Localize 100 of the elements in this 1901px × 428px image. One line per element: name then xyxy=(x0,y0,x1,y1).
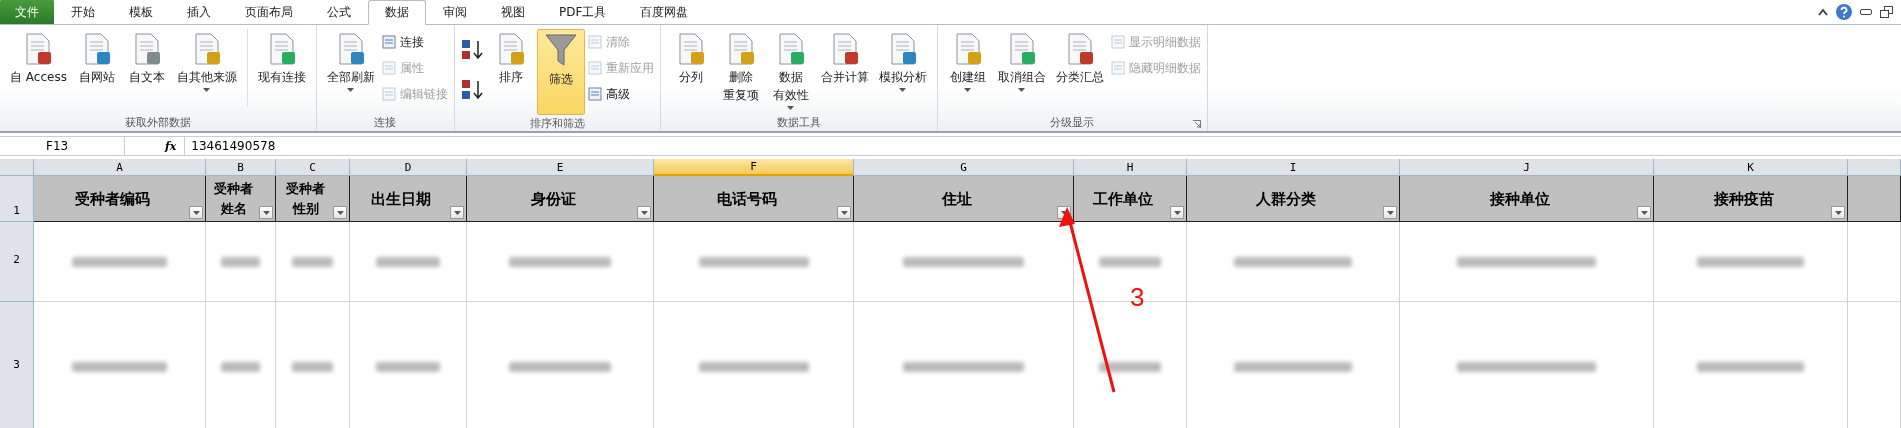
ribbon-tab[interactable]: 数据 xyxy=(368,0,426,25)
filter-dropdown-button[interactable] xyxy=(259,206,273,219)
header-text: 受种者性别 xyxy=(285,179,326,218)
caret-icon xyxy=(899,88,907,92)
ribbon-button[interactable]: 分列 xyxy=(666,29,715,89)
caret-icon xyxy=(1173,210,1181,215)
filter-dropdown-button[interactable] xyxy=(637,206,651,219)
header-text: 接种单位 xyxy=(1489,188,1550,209)
sheet-icon xyxy=(380,86,397,102)
sheet-icon xyxy=(1109,60,1126,76)
header-text: 电话号码 xyxy=(716,188,777,209)
ribbon-button[interactable]: 合并计算 xyxy=(816,29,873,89)
help-icon[interactable] xyxy=(1836,4,1852,20)
ribbon-button[interactable]: 创建组 xyxy=(943,29,992,95)
ribbon-tab[interactable]: 插入 xyxy=(170,0,228,24)
annotation-number: 3 xyxy=(1130,282,1145,313)
restore-icon[interactable] xyxy=(1880,6,1893,18)
caret-icon xyxy=(1834,210,1842,215)
ribbon-button[interactable]: 排序 xyxy=(486,29,535,89)
column-header[interactable]: I xyxy=(1187,159,1400,176)
sheet-icon xyxy=(586,86,603,102)
ribbon-tab[interactable]: PDF工具 xyxy=(542,0,624,24)
caret-icon xyxy=(1386,210,1394,215)
column-header[interactable]: B xyxy=(206,159,276,176)
name-box[interactable]: F13 xyxy=(0,137,125,155)
sheet-icon xyxy=(1109,34,1126,50)
filter-dropdown-button[interactable] xyxy=(837,206,851,219)
column-header[interactable]: C xyxy=(276,159,350,176)
filter-dropdown-button[interactable] xyxy=(333,206,347,219)
filter-dropdown-button[interactable] xyxy=(1637,206,1651,219)
caret-icon xyxy=(203,88,211,92)
caret-icon xyxy=(964,88,972,92)
filter-dropdown-button[interactable] xyxy=(450,206,464,219)
ribbon-button[interactable]: 现有连接 xyxy=(253,29,310,89)
caret-icon xyxy=(787,106,795,110)
column-header[interactable]: H xyxy=(1074,159,1187,176)
sheet-icon xyxy=(586,34,603,50)
ribbon-button[interactable]: 自 Access xyxy=(6,29,71,89)
group-label: 分级显示 xyxy=(1050,114,1095,130)
ribbon-button[interactable]: 自网站 xyxy=(72,29,121,89)
column-header[interactable]: G xyxy=(854,159,1074,176)
caret-icon xyxy=(453,210,461,215)
sort-icon[interactable] xyxy=(460,39,485,61)
sheet-icon xyxy=(380,60,397,76)
filter-dropdown-button[interactable] xyxy=(1170,206,1184,219)
row-header[interactable]: 1 xyxy=(0,176,34,222)
caret-icon xyxy=(1018,88,1026,92)
column-header[interactable]: J xyxy=(1400,159,1654,176)
ribbon-tab[interactable]: 视图 xyxy=(484,0,542,24)
header-text: 受种者姓名 xyxy=(213,179,254,218)
sort-icon[interactable] xyxy=(460,79,485,101)
ribbon-tab[interactable]: 公式 xyxy=(310,0,368,24)
header-text: 人群分类 xyxy=(1256,188,1316,209)
caret-icon xyxy=(640,210,648,215)
ribbon-tab[interactable]: 百度网盘 xyxy=(623,0,706,24)
ribbon-button[interactable]: 数据 有效性 xyxy=(766,29,815,113)
minimize-icon[interactable] xyxy=(1860,9,1872,15)
collapse-ribbon-icon[interactable] xyxy=(1818,8,1828,16)
sheet-icon xyxy=(586,60,603,76)
funnel-icon xyxy=(543,32,578,68)
filter-dropdown-button[interactable] xyxy=(1383,206,1397,219)
ribbon-button[interactable]: 删除 重复项 xyxy=(716,29,765,107)
header-text: 住址 xyxy=(941,188,972,209)
ribbon-button[interactable]: 高级 xyxy=(586,83,654,105)
ribbon-button[interactable]: 分类汇总 xyxy=(1051,29,1108,89)
group-label: 排序和筛选 xyxy=(529,115,585,131)
ribbon-button[interactable]: 取消组合 xyxy=(993,29,1050,95)
function-label[interactable]: fx xyxy=(165,139,177,153)
ribbon-tab[interactable]: 页面布局 xyxy=(228,0,310,24)
ribbon-button[interactable]: 全部刷新 xyxy=(322,29,379,95)
row-header[interactable]: 2 xyxy=(0,222,34,302)
dialog-launcher-icon[interactable] xyxy=(1192,120,1201,128)
caret-icon xyxy=(262,210,270,215)
group-label: 数据工具 xyxy=(776,114,821,130)
caret-icon xyxy=(840,210,848,215)
ribbon-tab[interactable]: 开始 xyxy=(54,0,112,24)
group-label: 连接 xyxy=(374,114,397,130)
sheet-icon xyxy=(380,34,397,50)
ribbon-tab[interactable]: 审阅 xyxy=(426,0,484,24)
ribbon-button[interactable]: 连接 xyxy=(380,31,448,53)
column-header[interactable]: F xyxy=(654,159,854,176)
filter-dropdown-button[interactable] xyxy=(1831,206,1845,219)
caret-icon xyxy=(336,210,344,215)
header-text: 接种疫苗 xyxy=(1713,188,1774,209)
caret-icon xyxy=(347,88,355,92)
formula-field[interactable]: 13461490578 xyxy=(184,137,1901,155)
ribbon-button[interactable]: 自其他来源 xyxy=(172,29,241,95)
caret-icon xyxy=(192,210,200,215)
filter-dropdown-button[interactable] xyxy=(189,206,203,219)
ribbon-button[interactable]: 自文本 xyxy=(122,29,171,89)
group-label: 获取外部数据 xyxy=(124,114,191,130)
column-header[interactable]: A xyxy=(34,159,206,176)
ribbon-button[interactable]: 模拟分析 xyxy=(874,29,931,95)
file-menu-tab[interactable]: 文件 xyxy=(0,0,54,24)
row-header[interactable]: 3 xyxy=(0,302,34,428)
ribbon-tab[interactable]: 模板 xyxy=(112,0,170,24)
column-header[interactable]: D xyxy=(350,159,467,176)
column-header[interactable]: E xyxy=(467,159,654,176)
filter-button[interactable]: 筛选 xyxy=(536,29,585,115)
column-header[interactable]: K xyxy=(1654,159,1848,176)
